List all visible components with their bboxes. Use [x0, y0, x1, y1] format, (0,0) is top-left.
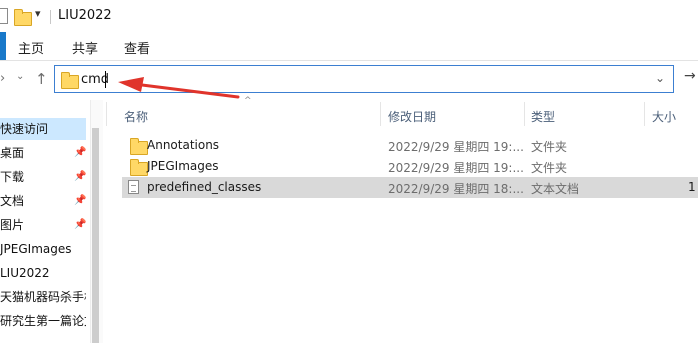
- file-date: 2022/9/29 星期四 19:...: [388, 140, 524, 154]
- pin-icon: 📌: [74, 219, 86, 230]
- file-name: JPEGImages: [147, 159, 219, 173]
- column-divider: [106, 102, 107, 126]
- sidebar-item[interactable]: 研究生第一篇论文: [0, 310, 86, 332]
- file-size: 1: [688, 180, 696, 194]
- address-bar[interactable]: cmd ⌄: [54, 65, 674, 93]
- up-icon[interactable]: ↑: [35, 70, 48, 88]
- sidebar-item-label: 文档: [0, 194, 25, 208]
- file-name: Annotations: [147, 138, 220, 152]
- properties-icon[interactable]: [0, 8, 8, 24]
- sidebar-item-label: 天猫机器码杀手机: [0, 290, 86, 304]
- pin-icon: 📌: [74, 147, 86, 158]
- sidebar-scroll-thumb[interactable]: [92, 128, 99, 343]
- customize-toolbar-icon[interactable]: ▾: [35, 7, 41, 20]
- column-header-type[interactable]: 类型: [531, 108, 555, 125]
- sidebar-item-label: 下载: [0, 170, 25, 184]
- tab-home[interactable]: 主页: [18, 38, 44, 57]
- column-header-size[interactable]: 大小: [652, 108, 676, 125]
- file-date: 2022/9/29 星期四 19:...: [388, 161, 524, 175]
- file-tab[interactable]: [0, 32, 6, 60]
- folder-icon: [61, 72, 79, 89]
- folder-icon: [130, 138, 148, 155]
- folder-icon[interactable]: [14, 9, 32, 26]
- pin-icon: 📌: [74, 195, 86, 206]
- file-type: 文本文档: [531, 182, 580, 196]
- title-bar: ▾ LIU2022: [0, 0, 698, 32]
- sidebar-item-label: LIU2022: [0, 266, 50, 280]
- navigation-pane: 快速访问桌面 📌 下载 📌 文档 📌 图片 📌 JPEGImages LIU2022 天猫机器码杀手…: [0, 100, 104, 343]
- sidebar-item[interactable]: 图片 📌: [0, 214, 86, 236]
- column-divider[interactable]: [524, 102, 525, 126]
- pin-icon: 📌: [74, 171, 86, 182]
- sidebar-item[interactable]: 桌面 📌: [0, 142, 86, 164]
- file-row[interactable]: predefined_classes 2022/9/29 星期四 18:... 文本…: [122, 177, 698, 198]
- file-row[interactable]: Annotations 2022/9/29 星期四 19:... 文件夹: [122, 135, 698, 156]
- ribbon: 主页 共享 查看: [0, 32, 698, 61]
- sidebar-item[interactable]: 快速访问: [0, 118, 86, 140]
- text-file-icon: [128, 180, 139, 194]
- file-date: 2022/9/29 星期四 18:...: [388, 182, 524, 196]
- sort-ascending-icon: ^: [244, 96, 252, 106]
- file-name: predefined_classes: [147, 180, 262, 194]
- sidebar-item-label: 快速访问: [0, 122, 49, 136]
- sidebar-item-label: 图片: [0, 218, 25, 232]
- text-caret: [105, 71, 106, 88]
- column-divider[interactable]: [380, 102, 381, 126]
- forward-icon[interactable]: ›: [0, 71, 5, 86]
- folder-icon: [130, 159, 148, 176]
- tab-share[interactable]: 共享: [72, 38, 98, 57]
- address-row: › ⌄ ↑ cmd ⌄ →: [0, 61, 698, 99]
- recent-locations-icon[interactable]: ⌄: [16, 71, 24, 82]
- sidebar-item-label: 桌面: [0, 146, 25, 160]
- sidebar-item[interactable]: 文档 📌: [0, 190, 86, 212]
- sidebar-item-label: 研究生第一篇论文: [0, 314, 86, 328]
- sidebar-item-label: JPEGImages: [0, 242, 72, 256]
- title-separator: [50, 10, 51, 24]
- sidebar-item[interactable]: 天猫机器码杀手机: [0, 286, 86, 308]
- column-header-name[interactable]: 名称: [124, 108, 148, 125]
- sidebar-item[interactable]: 下载 📌: [0, 166, 86, 188]
- file-row[interactable]: JPEGImages 2022/9/29 星期四 19:... 文件夹: [122, 156, 698, 177]
- go-arrow-icon[interactable]: →: [684, 68, 696, 84]
- window-title: LIU2022: [58, 8, 112, 23]
- sidebar-item[interactable]: LIU2022: [0, 262, 86, 284]
- file-type: 文件夹: [531, 140, 568, 154]
- column-divider[interactable]: [644, 102, 645, 126]
- column-header-date[interactable]: 修改日期: [388, 108, 436, 125]
- sidebar-item[interactable]: JPEGImages: [0, 238, 86, 260]
- chevron-down-icon[interactable]: ⌄: [655, 71, 665, 85]
- tab-view[interactable]: 查看: [124, 38, 150, 57]
- file-type: 文件夹: [531, 161, 568, 175]
